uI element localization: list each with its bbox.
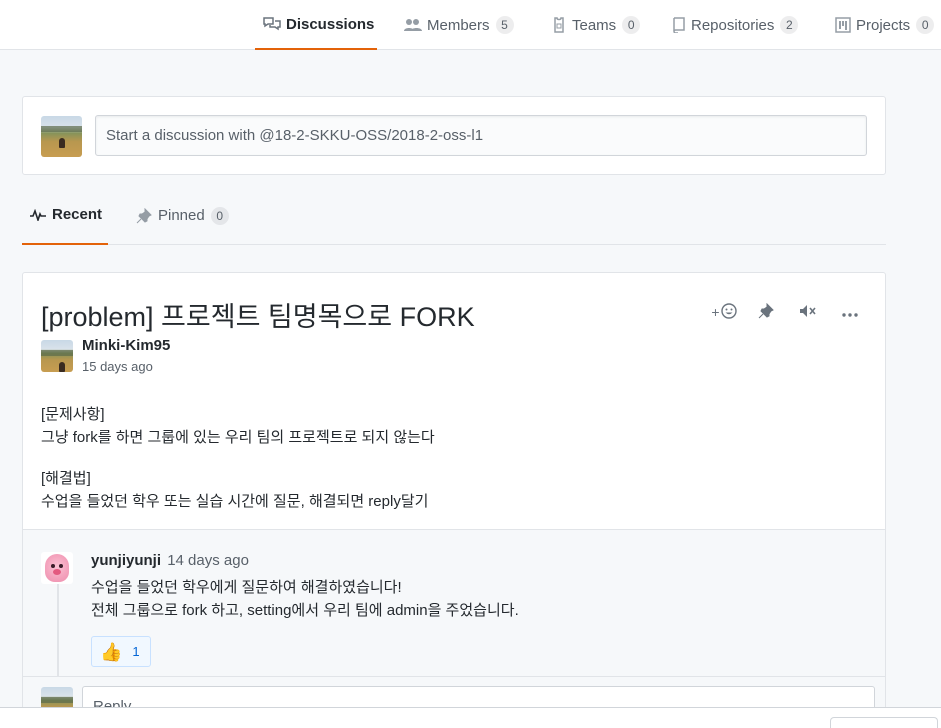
tab-members[interactable]: Members 5 (404, 0, 514, 50)
kebab-menu-icon (842, 304, 858, 320)
tab-projects-label: Projects (856, 16, 911, 34)
discussion-post: [problem] 프로젝트 팀명목으로 FORK + Minki-Kim95 … (22, 272, 886, 728)
tab-members-label: Members (427, 16, 490, 34)
post-heading: [해결법] (41, 470, 91, 487)
post-text: 수업을 들었던 학우 또는 실습 시간에 질문, 해결되면 reply달기 (41, 493, 429, 510)
tab-pinned-label: Pinned (158, 207, 205, 224)
start-discussion-input[interactable] (95, 115, 867, 156)
bottom-bar (0, 707, 941, 728)
post-timestamp[interactable]: 15 days ago (82, 359, 153, 374)
avatar-nose (53, 569, 61, 575)
smiley-icon (720, 302, 737, 322)
tab-projects[interactable]: Projects 0 (835, 0, 935, 50)
post-paragraph: [문제사항] 그냥 fork를 하면 그룹에 있는 우리 팀의 프로젝트로 되지… (41, 403, 435, 449)
tab-repositories-label: Repositories (691, 16, 775, 34)
mute-icon (799, 304, 817, 321)
project-icon (835, 17, 851, 33)
pin-icon (136, 207, 152, 224)
author-name[interactable]: Minki-Kim95 (82, 337, 170, 354)
tab-repositories[interactable]: Repositories 2 (672, 0, 799, 50)
post-body: [문제사항] 그냥 fork를 하면 그룹에 있는 우리 팀의 프로젝트로 되지… (41, 403, 435, 531)
tab-teams[interactable]: Teams 0 (551, 0, 641, 50)
comment-discussion-icon (263, 16, 281, 32)
reply-timestamp[interactable]: 14 days ago (167, 552, 249, 569)
repo-icon (672, 17, 686, 33)
discussion-filter-tabs: Recent Pinned 0 (22, 186, 886, 245)
thumbs-up-reaction-button[interactable]: 👍 1 (91, 636, 151, 667)
discussion-composer (22, 96, 886, 175)
pin-discussion-button[interactable] (745, 301, 787, 323)
teams-count: 0 (622, 16, 641, 34)
pinned-count: 0 (210, 206, 229, 225)
pin-icon (758, 302, 774, 322)
tab-recent-label: Recent (52, 206, 103, 223)
unsubscribe-button[interactable] (787, 301, 829, 323)
bottom-corner-button[interactable] (830, 717, 938, 728)
more-options-button[interactable] (829, 301, 871, 323)
thread-line (57, 580, 59, 680)
members-count: 5 (495, 16, 514, 34)
post-title[interactable]: [problem] 프로젝트 팀명목으로 FORK (41, 295, 475, 334)
reply-body: 수업을 들었던 학우에게 질문하여 해결하였습니다! 전체 그룹으로 fork … (91, 576, 519, 622)
tab-recent[interactable]: Recent (22, 186, 108, 245)
thumbs-up-icon: 👍 (100, 641, 123, 662)
post-actions: + (703, 301, 871, 323)
post-heading: [문제사항] (41, 406, 105, 423)
projects-count: 0 (916, 16, 935, 34)
reply-header: yunjiyunji 14 days ago (91, 552, 249, 569)
avatar-face (45, 554, 69, 582)
reply-line-text: 수업을 들었던 학우에게 질문하여 해결하였습니다! (91, 579, 402, 596)
jersey-icon (551, 17, 567, 33)
reaction-add-plus: + (711, 304, 720, 320)
tab-pinned[interactable]: Pinned 0 (136, 186, 229, 245)
replies-section: yunjiyunji 14 days ago 수업을 들었던 학우에게 질문하여… (23, 529, 885, 728)
reply-author-avatar[interactable] (41, 552, 73, 584)
post-paragraph: [해결법] 수업을 들었던 학우 또는 실습 시간에 질문, 해결되면 repl… (41, 467, 435, 513)
people-icon (404, 18, 422, 32)
tab-discussions-label: Discussions (286, 15, 375, 33)
reply-line-text: 전체 그룹으로 fork 하고, setting에서 우리 팀에 admin을 … (91, 602, 519, 619)
tab-discussions[interactable]: Discussions (255, 0, 377, 50)
pulse-icon (30, 208, 46, 221)
reply-author[interactable]: yunjiyunji (91, 552, 161, 569)
tab-teams-label: Teams (572, 16, 617, 34)
author-avatar[interactable] (41, 340, 73, 372)
repositories-count: 2 (780, 16, 799, 34)
post-text: 그냥 fork를 하면 그룹에 있는 우리 팀의 프로젝트로 되지 않는다 (41, 429, 435, 446)
org-tab-nav: Discussions Members 5 Teams 0 Repositori… (0, 0, 941, 50)
reaction-count: 1 (132, 644, 140, 659)
current-user-avatar (41, 116, 82, 157)
add-reaction-button[interactable]: + (703, 301, 745, 323)
